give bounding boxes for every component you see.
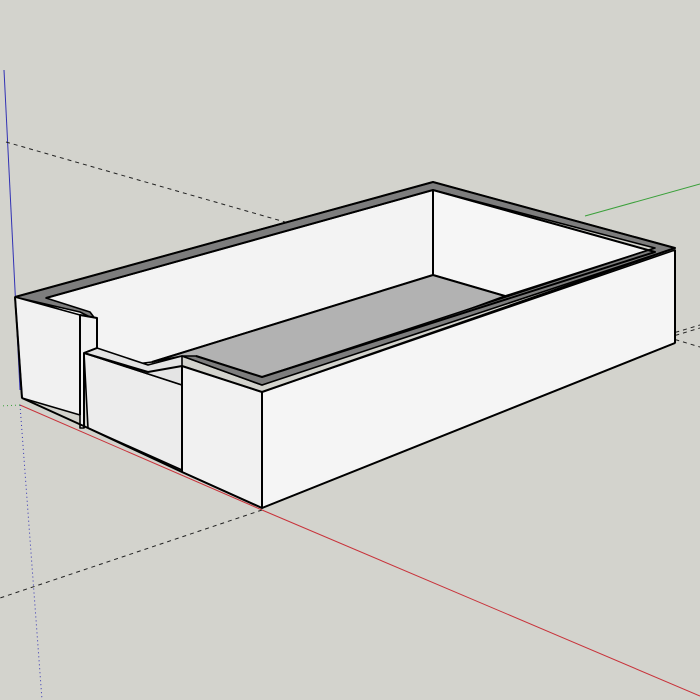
- guide-front-left: [0, 509, 263, 599]
- green-axis-negative: [0, 404, 21, 407]
- 3d-viewport[interactable]: [0, 0, 700, 700]
- green-axis-positive: [584, 183, 700, 217]
- scene-svg[interactable]: [0, 0, 700, 700]
- guide-back-left: [5, 141, 286, 223]
- blue-axis-negative: [19, 404, 43, 700]
- left-end-face: [14, 296, 81, 416]
- red-axis-positive: [261, 509, 700, 697]
